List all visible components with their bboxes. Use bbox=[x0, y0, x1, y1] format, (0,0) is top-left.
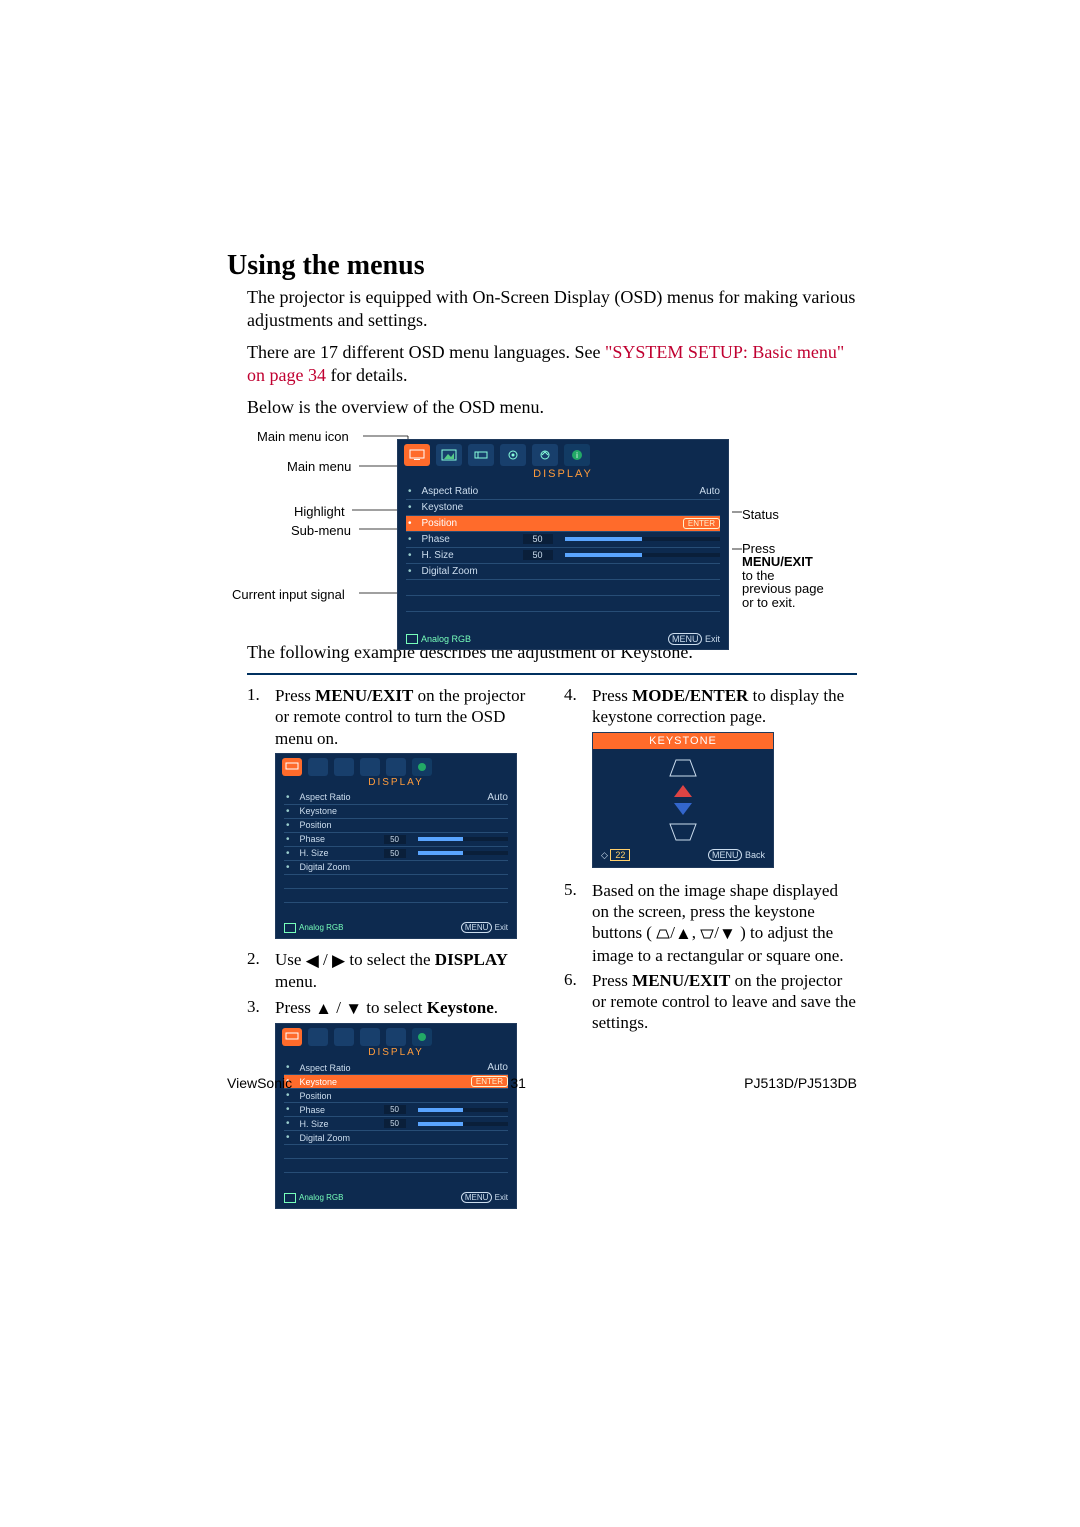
osd-tab-setup1-icon[interactable] bbox=[500, 444, 526, 466]
osd-step1: DISPLAY Aspect RatioAuto Keystone Positi… bbox=[275, 753, 517, 939]
osd-menu-name: DISPLAY bbox=[276, 776, 516, 791]
osd-annotated: i DISPLAY Aspect Ratio Auto Keystone Posi… bbox=[397, 439, 729, 651]
keystone-back[interactable]: MENU Back bbox=[708, 850, 765, 860]
osd-item-label: Keystone bbox=[422, 502, 517, 513]
keystone-wide-bottom-icon bbox=[668, 757, 698, 779]
osd-step3: DISPLAY Aspect RatioAuto KeystoneENTER P… bbox=[275, 1023, 517, 1209]
step-number: 4. bbox=[564, 685, 582, 728]
text: for details. bbox=[326, 365, 407, 385]
up-arrow-icon: ▲ bbox=[675, 923, 692, 944]
page-footer: ViewSonic 31 PJ513D/PJ513DB bbox=[227, 1075, 857, 1091]
osd-enter-badge: ENTER bbox=[683, 518, 720, 529]
osd-tab-setup1-icon[interactable] bbox=[360, 758, 380, 776]
osd-slider bbox=[565, 553, 720, 557]
heading: Using the menus bbox=[227, 250, 857, 282]
step-2: 2. Use ◀ / ▶ to select the DISPLAY menu. bbox=[247, 949, 540, 993]
keystone-wide-top-icon bbox=[700, 929, 714, 939]
osd-tab-source-icon[interactable] bbox=[334, 1028, 354, 1046]
osd-slider bbox=[565, 537, 720, 541]
step-1: 1. Press MENU/EXIT on the projector or r… bbox=[247, 685, 540, 749]
osd-tab-setup2-icon[interactable] bbox=[386, 1028, 406, 1046]
osd-tab-source-icon[interactable] bbox=[468, 444, 494, 466]
keystone-title: KEYSTONE bbox=[593, 733, 773, 749]
keystone-correction-pane: KEYSTONE ◇ 22 MENU Back bbox=[592, 732, 774, 868]
step-number: 1. bbox=[247, 685, 265, 749]
keystone-wide-bottom-icon bbox=[656, 929, 670, 939]
right-arrow-icon: ▶ bbox=[332, 950, 345, 971]
up-arrow-icon[interactable] bbox=[674, 785, 692, 797]
osd-tab-source-icon[interactable] bbox=[334, 758, 354, 776]
paragraph-intro: The projector is equipped with On-Screen… bbox=[247, 286, 857, 331]
osd-row-position[interactable]: Position ENTER bbox=[406, 516, 720, 532]
osd-tab-info-icon[interactable] bbox=[412, 758, 432, 776]
osd-menu-name: DISPLAY bbox=[398, 466, 728, 484]
osd-tab-display-icon[interactable] bbox=[282, 1028, 302, 1046]
source-icon bbox=[406, 634, 418, 644]
down-arrow-icon: ▼ bbox=[719, 923, 736, 944]
step-3: 3. Press ▲ / ▼ to select Keystone. bbox=[247, 997, 540, 1020]
step-number: 2. bbox=[247, 949, 265, 993]
osd-tab-picture-icon[interactable] bbox=[436, 444, 462, 466]
paragraph-overview: Below is the overview of the OSD menu. bbox=[247, 396, 857, 419]
paragraph-languages: There are 17 different OSD menu language… bbox=[247, 341, 857, 386]
osd-row-keystone[interactable]: Keystone bbox=[406, 500, 720, 516]
osd-item-value: 50 bbox=[523, 534, 553, 544]
osd-tab-picture-icon[interactable] bbox=[308, 1028, 328, 1046]
keystone-value: ◇ 22 bbox=[601, 850, 630, 861]
section-divider bbox=[247, 673, 857, 675]
osd-tab-picture-icon[interactable] bbox=[308, 758, 328, 776]
up-arrow-icon: ▲ bbox=[315, 998, 332, 1019]
left-arrow-icon: ◀ bbox=[306, 950, 319, 971]
osd-tab-setup2-icon[interactable] bbox=[532, 444, 558, 466]
keystone-wide-top-icon bbox=[668, 821, 698, 843]
step-number: 3. bbox=[247, 997, 265, 1020]
osd-item-label: Digital Zoom bbox=[422, 566, 517, 577]
osd-tab-display-icon[interactable] bbox=[282, 758, 302, 776]
down-arrow-icon: ▼ bbox=[345, 998, 362, 1019]
step-6: 6. Press MENU/EXIT on the projector or r… bbox=[564, 970, 857, 1034]
down-arrow-icon[interactable] bbox=[674, 803, 692, 815]
step-number: 6. bbox=[564, 970, 582, 1034]
osd-menu-name: DISPLAY bbox=[276, 1046, 516, 1061]
osd-tabbar: i bbox=[398, 440, 728, 466]
osd-diagram-annotated: Main menu icon Main menu Highlight Sub-m… bbox=[247, 429, 857, 629]
osd-tab-info-icon[interactable]: i bbox=[564, 444, 590, 466]
osd-item-label: H. Size bbox=[422, 550, 517, 561]
text: There are 17 different OSD menu language… bbox=[247, 342, 605, 362]
osd-item-label: Phase bbox=[422, 534, 517, 545]
osd-tab-setup1-icon[interactable] bbox=[360, 1028, 380, 1046]
osd-row-aspect-ratio[interactable]: Aspect Ratio Auto bbox=[406, 484, 720, 500]
footer-page-number: 31 bbox=[510, 1075, 526, 1091]
footer-brand: ViewSonic bbox=[227, 1075, 292, 1091]
osd-row-digital-zoom[interactable]: Digital Zoom bbox=[406, 564, 720, 580]
osd-item-label: Aspect Ratio bbox=[422, 486, 517, 497]
step-5: 5. Based on the image shape displayed on… bbox=[564, 880, 857, 966]
osd-exit[interactable]: MENU Exit bbox=[668, 634, 720, 645]
svg-text:i: i bbox=[576, 451, 578, 460]
osd-tab-setup2-icon[interactable] bbox=[386, 758, 406, 776]
osd-item-value: 50 bbox=[523, 550, 553, 560]
osd-row-phase[interactable]: Phase 50 bbox=[406, 532, 720, 548]
osd-row-hsize[interactable]: H. Size 50 bbox=[406, 548, 720, 564]
step-4: 4. Press MODE/ENTER to display the keyst… bbox=[564, 685, 857, 728]
osd-tab-display-icon[interactable] bbox=[404, 444, 430, 466]
osd-item-value: Auto bbox=[699, 486, 720, 497]
osd-tab-info-icon[interactable] bbox=[412, 1028, 432, 1046]
step-number: 5. bbox=[564, 880, 582, 966]
osd-source: Analog RGB bbox=[406, 634, 471, 645]
footer-model: PJ513D/PJ513DB bbox=[744, 1075, 857, 1091]
osd-item-label: Position bbox=[422, 518, 517, 529]
